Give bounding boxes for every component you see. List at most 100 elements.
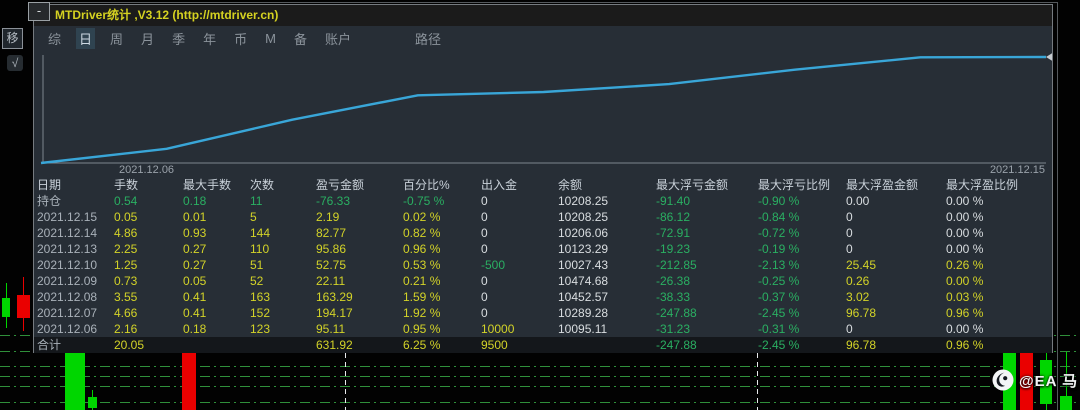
checkmark-tool-icon[interactable]: √ [7, 55, 23, 71]
table-cell: 0 [481, 290, 488, 304]
table-cell: -76.33 [316, 194, 351, 208]
table-cell: 0 [481, 274, 488, 288]
table-cell: -2.45 % [758, 306, 800, 320]
column-header: 次数 [250, 178, 275, 192]
table-cell: 10000 [481, 322, 515, 336]
table-cell: 9500 [481, 338, 508, 352]
menu-item-5[interactable]: 年 [200, 28, 219, 49]
table-row: 2021.12.06 2.16 0.18 123 95.11 0.95 % 10000 100… [34, 321, 1052, 337]
column-header: 最大浮亏金额 [656, 178, 729, 192]
table-cell: 0 [846, 210, 853, 224]
candle-body [1060, 396, 1072, 410]
table-cell: 2021.12.08 [37, 290, 98, 304]
table-cell: 10095.11 [558, 322, 608, 336]
equity-line [40, 55, 1047, 165]
table-cell: -0.72 % [758, 226, 800, 240]
menu-item-4[interactable]: 季 [169, 28, 188, 49]
table-cell: 95.86 [316, 242, 347, 256]
menu-item-8[interactable]: 备 [291, 28, 310, 49]
menu-item-0[interactable]: 综 [45, 28, 64, 49]
table-cell: 631.92 [316, 338, 353, 352]
table-cell: 10206.06 [558, 226, 609, 240]
grid-line [0, 386, 1080, 387]
table-cell: 0.26 % [946, 258, 984, 272]
menu-item-7[interactable]: M [262, 30, 279, 47]
menu-item-10[interactable]: 路径 [412, 28, 444, 49]
table-cell: 3.55 [114, 290, 138, 304]
table-cell: -0.37 % [758, 290, 800, 304]
table-cell: 11 [250, 194, 263, 208]
table-cell: -2.45 % [758, 338, 800, 352]
table-cell: 52.75 [316, 258, 347, 272]
table-cell: 0.03 % [946, 290, 984, 304]
menu-item-1[interactable]: 日 [76, 27, 96, 49]
menu-item-3[interactable]: 月 [138, 28, 157, 49]
table-cell: 2.25 [114, 242, 138, 256]
candle-body [88, 397, 97, 408]
candle-body [182, 350, 196, 410]
table-cell: 2021.12.10 [37, 258, 98, 272]
table-cell: 0.93 [183, 226, 207, 240]
table-cell: 0 [481, 210, 488, 224]
table-cell: -0.19 % [758, 242, 800, 256]
column-header: 余额 [558, 178, 583, 192]
menu-item-6[interactable]: 币 [231, 28, 250, 49]
table-cell: 0 [846, 242, 853, 256]
table-cell: 5 [250, 210, 257, 224]
table-cell: 0.21 % [403, 274, 441, 288]
watermark-text: @EA 马 [1019, 372, 1079, 390]
table-cell: 0.00 % [946, 194, 984, 208]
column-header: 出入金 [481, 178, 518, 192]
table-cell: 0 [481, 226, 488, 240]
table-cell: 2.16 [114, 322, 138, 336]
table-cell: 1.25 [114, 258, 138, 272]
table-cell [183, 337, 250, 353]
table-row: 2021.12.14 4.86 0.93 144 82.77 0.82 % 0 10206.0… [34, 225, 1052, 241]
table-row: 合计 20.05 631.92 6.25 % 9500 -247.88 -2.45 % 96.… [34, 337, 1052, 353]
table-cell: 10452.57 [558, 290, 609, 304]
table-cell: 10123.29 [558, 242, 609, 256]
table-cell: 2021.12.07 [37, 306, 98, 320]
table-cell: 0.27 [183, 258, 207, 272]
table-cell: 0.27 [183, 242, 207, 256]
table-cell: 0.26 [846, 274, 870, 288]
table-row: 2021.12.13 2.25 0.27 110 95.86 0.96 % 0 10123.2… [34, 241, 1052, 257]
move-tool-icon[interactable]: 移 [2, 28, 23, 49]
grid-line [0, 366, 1080, 367]
host-window-right-border [1057, 2, 1058, 410]
table-cell: -247.88 [656, 306, 697, 320]
table-cell: 123 [250, 322, 271, 336]
table-cell: 2021.12.13 [37, 242, 98, 256]
table-cell: 0.00 % [946, 274, 984, 288]
menu-item-9[interactable]: 账户 [322, 28, 354, 49]
table-cell: 96.78 [846, 338, 877, 352]
table-cell: 0 [846, 226, 853, 240]
table-row: 持仓 0.54 0.18 11 -76.33 -0.75 % 0 10208.25 -91.40… [34, 193, 1052, 209]
table-cell: -247.88 [656, 338, 697, 352]
column-header: 手数 [114, 178, 139, 192]
table-cell: 82.77 [316, 226, 347, 240]
table-cell: 0 [481, 194, 488, 208]
column-header: 最大浮亏比例 [758, 178, 831, 192]
table-cell: 10474.68 [558, 274, 609, 288]
column-header: 最大浮盈比例 [946, 178, 1019, 192]
table-cell: 10208.25 [558, 210, 609, 224]
table-cell: 10208.25 [558, 194, 609, 208]
grid-line [0, 402, 1080, 403]
table-cell: 0.05 [114, 210, 138, 224]
table-cell: 0 [481, 242, 488, 256]
table-cell: 0.00 [846, 194, 870, 208]
minimize-button[interactable]: - [28, 2, 50, 21]
table-cell: 0 [846, 322, 853, 336]
stats-table: 日期 手数 最大手数 次数 盈亏金额 百分比% 出入金 余额 最大浮亏金额 最大浮亏比例 最大浮盈金… [34, 177, 1052, 353]
table-row: 2021.12.09 0.73 0.05 52 22.11 0.21 % 0 10474.68… [34, 273, 1052, 289]
panel-titlebar[interactable]: MTDriver统计 ,V3.12 (http://mtdriver.cn) [34, 5, 1052, 26]
table-cell: 96.78 [846, 306, 877, 320]
menu-item-2[interactable]: 周 [107, 28, 126, 49]
table-cell: 0.02 % [403, 210, 441, 224]
table-cell: 194.17 [316, 306, 353, 320]
table-cell: -38.33 [656, 290, 691, 304]
panel-title: MTDriver统计 ,V3.12 (http://mtdriver.cn) [55, 8, 279, 22]
table-cell: 0.00 % [946, 210, 984, 224]
table-cell: 0.05 [183, 274, 207, 288]
